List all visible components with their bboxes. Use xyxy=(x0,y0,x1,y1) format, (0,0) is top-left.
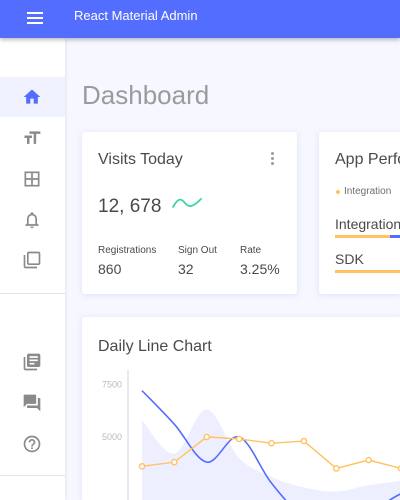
legend-dot xyxy=(336,190,340,194)
sidebar-divider xyxy=(0,293,65,294)
home-icon xyxy=(23,89,41,104)
tables-icon xyxy=(24,171,40,187)
data-point xyxy=(268,439,275,447)
app-bar: React Material Admin xyxy=(0,0,400,38)
support-icon xyxy=(23,394,41,412)
sidebar-divider xyxy=(0,475,65,476)
data-point xyxy=(171,458,178,466)
sidebar-item-typography[interactable] xyxy=(0,118,65,158)
data-point xyxy=(203,433,211,441)
visits-value: 12, 678 xyxy=(98,196,162,217)
stat-label: Sign Out xyxy=(178,245,217,256)
menu-icon[interactable] xyxy=(24,9,48,29)
visits-today-card: Visits Today 12, 678 Registrations 860 S… xyxy=(82,132,297,294)
bar-label: Integration xyxy=(335,216,400,232)
sidebar-item-dashboard[interactable] xyxy=(0,77,65,117)
progress-bar xyxy=(335,235,390,238)
daily-line-chart-card: Daily Line Chart 7500 5000 xyxy=(82,317,400,500)
app-title: React Material Admin xyxy=(74,8,198,23)
notifications-icon xyxy=(25,212,39,229)
sidebar-item-faq[interactable] xyxy=(0,424,65,464)
bar-label: SDK xyxy=(335,251,364,267)
data-point xyxy=(332,465,340,472)
faq-icon xyxy=(23,435,41,453)
progress-bar xyxy=(390,235,400,238)
library-icon xyxy=(23,353,41,371)
typography-icon xyxy=(24,131,41,144)
data-point xyxy=(138,463,146,470)
data-point xyxy=(300,437,308,445)
y-tick-label: 7500 xyxy=(102,379,122,389)
y-tick-label: 5000 xyxy=(102,432,122,442)
sidebar-item-notifications[interactable] xyxy=(0,200,65,240)
ui-elements-icon xyxy=(23,251,41,269)
stat-label: Rate xyxy=(240,245,262,256)
card-title: App Perfo xyxy=(335,151,400,168)
sidebar-item-tables[interactable] xyxy=(0,159,65,199)
stat-label: Registrations xyxy=(98,245,157,256)
sidebar-item-library[interactable] xyxy=(0,342,65,382)
line-chart: 7500 5000 xyxy=(102,370,400,500)
more-vert-icon[interactable] xyxy=(268,152,278,168)
series-area xyxy=(142,409,400,500)
sidebar-item-support[interactable] xyxy=(0,383,65,423)
stat-value: 860 xyxy=(98,261,122,277)
legend-label: Integration xyxy=(344,186,392,197)
progress-bar xyxy=(335,270,400,273)
trend-line-icon xyxy=(172,198,202,208)
sidebar-item-ui-elements[interactable] xyxy=(0,240,65,280)
page-title: Dashboard xyxy=(82,80,210,110)
stat-value: 3.25% xyxy=(240,261,280,277)
stat-value: 32 xyxy=(178,261,194,277)
card-title: Visits Today xyxy=(98,151,183,168)
data-point xyxy=(365,456,372,464)
sidebar xyxy=(0,38,65,500)
app-performance-card: App Perfo Integration Integration SDK xyxy=(319,132,400,294)
data-point xyxy=(235,435,243,443)
